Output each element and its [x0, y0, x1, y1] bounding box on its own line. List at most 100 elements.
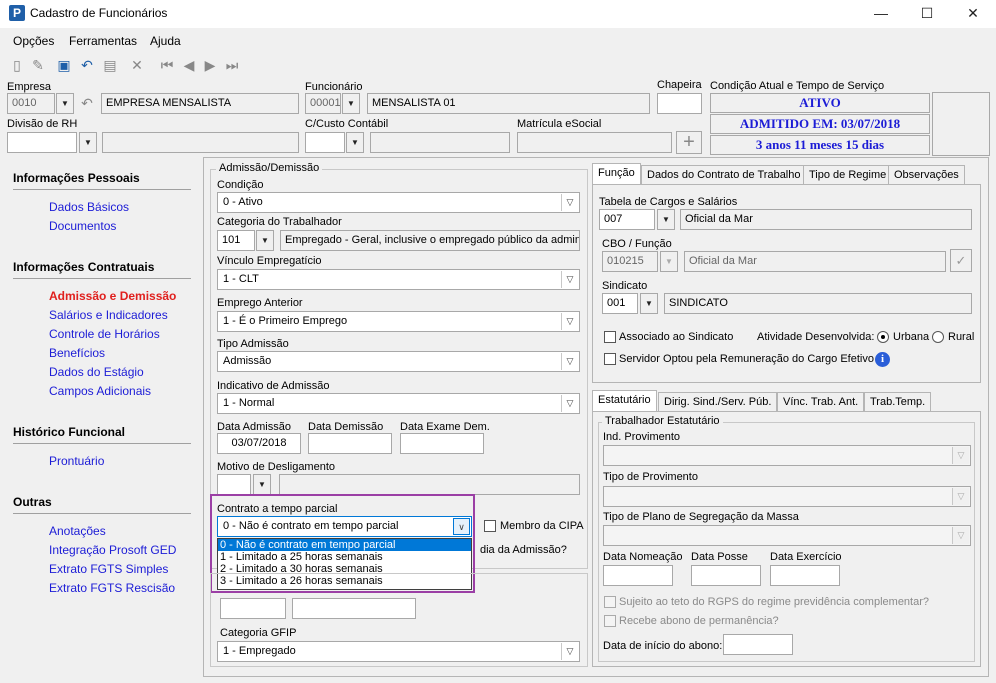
- plano-segregacao-select[interactable]: ▽: [603, 525, 971, 546]
- data-admissao-field[interactable]: 03/07/2018: [217, 433, 301, 454]
- sidebar-item-horarios[interactable]: Controle de Horários: [49, 327, 160, 341]
- cbo-dropdown[interactable]: ▼: [660, 251, 678, 272]
- checkmark-icon[interactable]: ✓: [950, 249, 972, 272]
- data-nomeacao-label: Data Nomeação: [603, 551, 683, 563]
- motivo-dropdown[interactable]: ▼: [253, 474, 271, 495]
- refresh-icon[interactable]: ↶: [78, 94, 96, 112]
- tab-tipo-regime[interactable]: Tipo de Regime: [803, 165, 893, 185]
- sidebar-item-beneficios[interactable]: Benefícios: [49, 346, 105, 360]
- urbana-label: Urbana: [893, 331, 930, 343]
- dropdown-option[interactable]: 0 - Não é contrato em tempo parcial: [218, 539, 471, 551]
- membro-cipa-checkbox[interactable]: [484, 520, 496, 532]
- contrato-parcial-select[interactable]: 0 - Não é contrato em tempo parcial ∨: [217, 516, 472, 537]
- menu-ferramentas[interactable]: Ferramentas: [69, 34, 137, 48]
- empresa-code-field[interactable]: 0010: [7, 93, 55, 114]
- save-icon[interactable]: ▣: [55, 56, 73, 74]
- tab-dirig-sind[interactable]: Dirig. Sind./Serv. Púb.: [658, 392, 778, 412]
- condicao-select[interactable]: 0 - Ativo ▽: [217, 192, 580, 213]
- sidebar-item-estagio[interactable]: Dados do Estágio: [49, 365, 144, 379]
- sidebar-item-admissao[interactable]: Admissão e Demissão: [49, 289, 176, 303]
- sidebar-item-integracao[interactable]: Integração Prosoft GED: [49, 543, 176, 557]
- print-icon[interactable]: ▤: [101, 56, 119, 74]
- cbo-code-field[interactable]: 010215: [602, 251, 658, 272]
- categoria-label: Categoria do Trabalhador: [217, 216, 342, 228]
- edit-icon[interactable]: ✎: [29, 56, 47, 74]
- motivo-code-field[interactable]: [217, 474, 251, 495]
- next-record-icon[interactable]: ▶: [201, 56, 219, 74]
- vinculo-label: Vínculo Empregatício: [217, 255, 322, 267]
- sindicato-dropdown[interactable]: ▼: [640, 293, 658, 314]
- sidebar-item-extrato-rescisao[interactable]: Extrato FGTS Rescisão: [49, 581, 175, 595]
- sidebar-item-documentos[interactable]: Documentos: [49, 219, 116, 233]
- sidebar-item-campos[interactable]: Campos Adicionais: [49, 384, 151, 398]
- sidebar-item-dados-basicos[interactable]: Dados Básicos: [49, 200, 129, 214]
- gfip-desc-field[interactable]: [292, 598, 416, 619]
- menu-ajuda[interactable]: Ajuda: [150, 34, 181, 48]
- urbana-radio[interactable]: [877, 331, 889, 343]
- divisao-dropdown[interactable]: ▼: [79, 132, 97, 153]
- maximize-button[interactable]: ☐: [904, 0, 950, 28]
- data-demissao-field[interactable]: [308, 433, 392, 454]
- funcionario-dropdown[interactable]: ▼: [342, 93, 360, 114]
- vinculo-select[interactable]: 1 - CLT ▽: [217, 269, 580, 290]
- emprego-anterior-label: Emprego Anterior: [217, 297, 303, 309]
- data-exercicio-field[interactable]: [770, 565, 840, 586]
- first-record-icon[interactable]: ⏮: [158, 56, 176, 74]
- last-record-icon[interactable]: ⏭: [223, 56, 241, 74]
- sindicato-code-field[interactable]: 001: [602, 293, 638, 314]
- tab-estatutario[interactable]: Estatutário: [592, 390, 657, 412]
- categoria-dropdown[interactable]: ▼: [256, 230, 274, 251]
- tab-observacoes[interactable]: Observações: [888, 165, 965, 185]
- tipo-provimento-label: Tipo de Provimento: [603, 471, 698, 483]
- custo-field[interactable]: [305, 132, 345, 153]
- prev-record-icon[interactable]: ◀: [180, 56, 198, 74]
- sidebar-item-prontuario[interactable]: Prontuário: [49, 454, 104, 468]
- sidebar-section-outras: Outras: [13, 495, 52, 509]
- status-admitido: ADMITIDO EM: 03/07/2018: [710, 114, 930, 134]
- sidebar-item-salarios[interactable]: Salários e Indicadores: [49, 308, 168, 322]
- data-exame-field[interactable]: [400, 433, 484, 454]
- add-matricula-button[interactable]: +: [676, 131, 702, 154]
- info-icon[interactable]: i: [875, 352, 890, 367]
- custo-dropdown[interactable]: ▼: [346, 132, 364, 153]
- tab-vinc-trab[interactable]: Vínc. Trab. Ant.: [777, 392, 865, 412]
- close-button[interactable]: ✕: [950, 0, 996, 28]
- servidor-checkbox[interactable]: [604, 353, 616, 365]
- chapeira-field[interactable]: [657, 93, 702, 114]
- empresa-dropdown[interactable]: ▼: [56, 93, 74, 114]
- tipo-admissao-select[interactable]: Admissão ▽: [217, 351, 580, 372]
- data-posse-field[interactable]: [691, 565, 761, 586]
- funcionario-code-field[interactable]: 00001: [305, 93, 341, 114]
- undo-icon[interactable]: ↶: [78, 56, 96, 74]
- tab-dados-contrato[interactable]: Dados do Contrato de Trabalho: [641, 165, 807, 185]
- inicio-abono-field[interactable]: [723, 634, 793, 655]
- emprego-anterior-select[interactable]: 1 - É o Primeiro Emprego ▽: [217, 311, 580, 332]
- chevron-down-icon: ▽: [952, 488, 969, 505]
- new-icon[interactable]: ▯: [8, 56, 26, 74]
- dropdown-option[interactable]: 1 - Limitado a 25 horas semanais: [218, 551, 471, 563]
- indicativo-select[interactable]: 1 - Normal ▽: [217, 393, 580, 414]
- sidebar-item-extrato[interactable]: Extrato FGTS Simples: [49, 562, 168, 576]
- rural-radio[interactable]: [932, 331, 944, 343]
- categoria-code-field[interactable]: 101: [217, 230, 255, 251]
- categoria-gfip-select[interactable]: 1 - Empregado ▽: [217, 641, 580, 662]
- tab-funcao[interactable]: Função: [592, 163, 641, 185]
- tab-trab-temp[interactable]: Trab.Temp.: [864, 392, 932, 412]
- tipo-provimento-select[interactable]: ▽: [603, 486, 971, 507]
- gfip-code-field[interactable]: [220, 598, 286, 619]
- minimize-button[interactable]: —: [858, 0, 904, 28]
- sujeito-teto-checkbox[interactable]: [604, 596, 616, 608]
- recebe-abono-checkbox[interactable]: [604, 615, 616, 627]
- divisao-field[interactable]: [7, 132, 77, 153]
- tabela-code-field[interactable]: 007: [599, 209, 655, 230]
- sidebar-item-anotacoes[interactable]: Anotações: [49, 524, 106, 538]
- data-nomeacao-field[interactable]: [603, 565, 673, 586]
- tabela-dropdown[interactable]: ▼: [657, 209, 675, 230]
- associado-checkbox[interactable]: [604, 331, 616, 343]
- photo-box[interactable]: [932, 92, 990, 156]
- matricula-field[interactable]: [517, 132, 672, 153]
- tipo-admissao-label: Tipo Admissão: [217, 338, 289, 350]
- delete-icon[interactable]: ✕: [128, 56, 146, 74]
- menu-opcoes[interactable]: Opções: [13, 34, 54, 48]
- ind-provimento-select[interactable]: ▽: [603, 445, 971, 466]
